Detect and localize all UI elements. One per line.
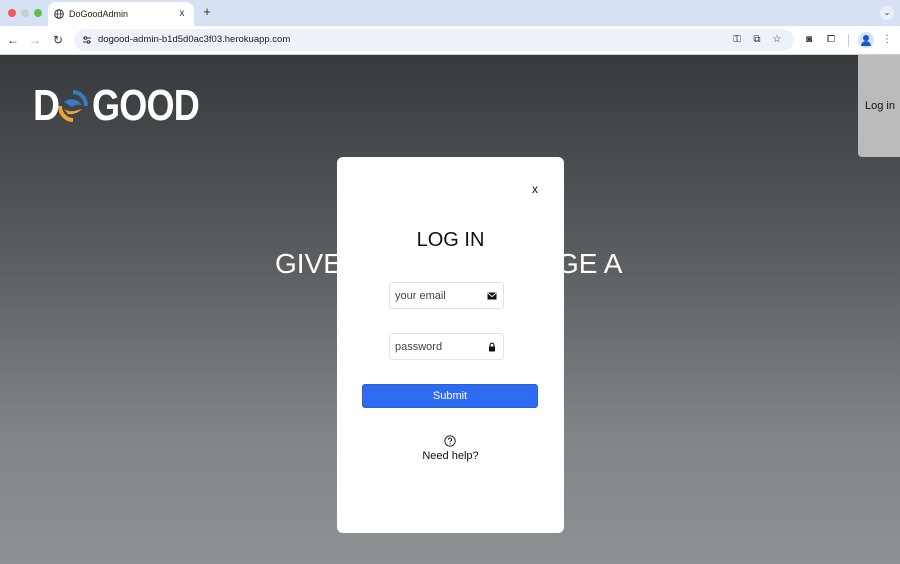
browser-tab[interactable]: DoGoodAdmin x — [48, 2, 194, 26]
logo-letter-d: D — [33, 81, 60, 130]
globe-icon — [54, 9, 64, 19]
login-side-label: Log in — [865, 100, 895, 112]
password-key-icon[interactable]: ⚿ — [730, 33, 744, 47]
tab-title: DoGoodAdmin — [69, 9, 129, 19]
extensions-puzzle-icon[interactable]: ⧠ — [824, 33, 838, 47]
profile-avatar-icon[interactable] — [858, 32, 874, 48]
bookmark-star-icon[interactable]: ☆ — [770, 33, 784, 47]
close-window-button[interactable] — [8, 9, 16, 17]
modal-title: LOG IN — [416, 229, 485, 251]
envelope-icon — [487, 292, 497, 300]
modal-close-button[interactable]: x — [530, 182, 540, 196]
logo-word-good: GOOD — [91, 81, 200, 130]
camera-icon[interactable]: ◙ — [802, 33, 816, 47]
hero-text-right: GE A — [557, 248, 623, 279]
url-text: dogood-admin-b1d5d0ac3f03.herokuapp.com — [98, 34, 291, 45]
new-tab-button[interactable]: + — [200, 5, 214, 19]
reload-icon[interactable]: ↻ — [51, 33, 65, 47]
submit-button[interactable]: Submit — [362, 384, 538, 408]
tab-close-icon[interactable]: x — [176, 8, 188, 20]
password-input[interactable] — [395, 339, 481, 355]
install-app-icon[interactable]: ⧉ — [750, 33, 764, 47]
back-arrow-icon[interactable]: ← — [6, 33, 20, 47]
toolbar-divider — [848, 34, 849, 47]
email-field[interactable] — [389, 282, 504, 309]
maximize-window-button[interactable] — [34, 9, 42, 17]
hero-text-left: GIVE — [275, 248, 342, 279]
dogood-logo[interactable]: D GOOD — [33, 81, 222, 130]
logo-hands-icon — [57, 90, 88, 122]
password-field[interactable] — [389, 333, 504, 360]
tab-search-chevron-icon[interactable]: ⌄ — [880, 6, 894, 20]
forward-arrow-icon[interactable]: → — [28, 33, 42, 47]
address-bar[interactable]: dogood-admin-b1d5d0ac3f03.herokuapp.com … — [74, 29, 794, 51]
login-modal: x LOG IN Submit Need help? — [337, 157, 564, 533]
email-input[interactable] — [395, 288, 481, 304]
more-menu-icon[interactable]: ⋮ — [880, 33, 894, 47]
site-info-icon[interactable] — [82, 35, 92, 45]
login-side-button[interactable]: Log in — [858, 55, 900, 157]
need-help-link[interactable]: Need help? — [337, 450, 564, 462]
lock-icon — [489, 342, 495, 352]
page-viewport: D GOOD GIVE GE A Log in x LOG IN your em… — [0, 55, 900, 564]
minimize-window-button[interactable] — [21, 9, 29, 17]
browser-toolbar: ← → ↻ dogood-admin-b1d5d0ac3f03.herokuap… — [0, 26, 900, 55]
browser-tabstrip: DoGoodAdmin x + ⌄ — [0, 0, 900, 26]
question-circle-icon[interactable] — [444, 435, 456, 447]
